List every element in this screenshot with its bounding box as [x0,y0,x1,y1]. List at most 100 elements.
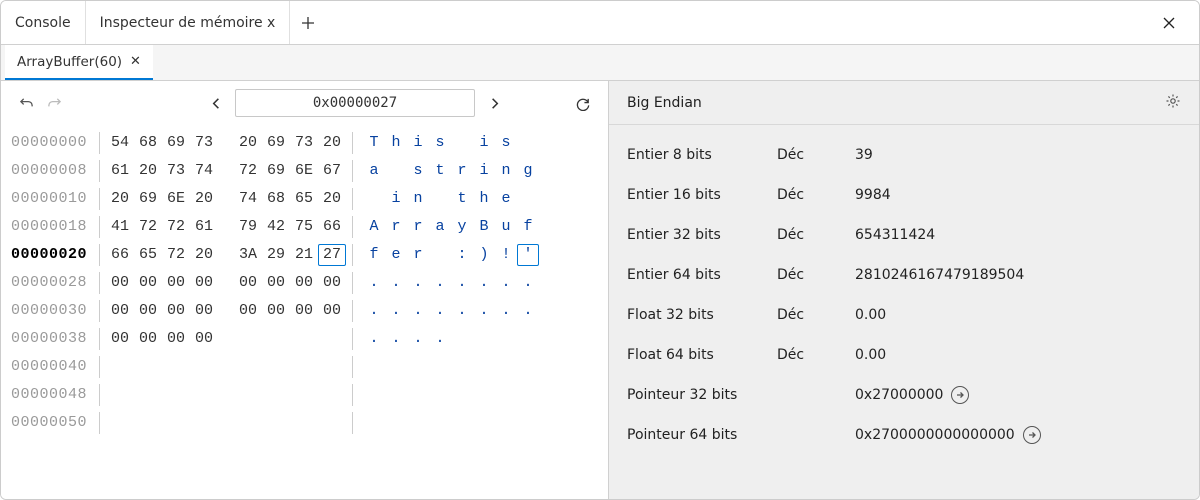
ascii-byte[interactable]: t [451,185,473,213]
hex-byte[interactable]: 69 [262,157,290,185]
hex-byte[interactable]: 00 [106,325,134,353]
jump-to-address-button[interactable] [1023,426,1041,444]
ascii-byte[interactable]: i [407,129,429,157]
hex-byte[interactable]: 00 [162,325,190,353]
hex-byte[interactable]: 73 [290,129,318,157]
hex-byte[interactable]: 00 [134,269,162,297]
ascii-byte[interactable]: a [429,213,451,241]
hex-byte[interactable]: 00 [162,297,190,325]
ascii-byte[interactable]: g [517,157,539,185]
hex-byte[interactable]: 74 [234,185,262,213]
hex-byte[interactable]: 69 [262,129,290,157]
ascii-byte[interactable]: a [363,157,385,185]
new-tab-button[interactable] [290,1,326,44]
ascii-byte[interactable]: B [473,213,495,241]
ascii-byte[interactable] [363,185,385,213]
hex-address[interactable]: 00000020 [11,241,93,269]
hex-byte[interactable]: 67 [318,157,346,185]
hex-byte[interactable]: 20 [106,185,134,213]
ascii-byte[interactable]: . [473,297,495,325]
ascii-byte[interactable]: . [363,297,385,325]
hex-byte[interactable]: 20 [234,129,262,157]
hex-byte[interactable]: 20 [190,241,218,269]
hex-byte[interactable]: 72 [162,241,190,269]
hex-byte[interactable]: 00 [262,297,290,325]
ascii-byte[interactable]: . [363,325,385,353]
hex-byte[interactable]: 74 [190,157,218,185]
ascii-byte[interactable]: A [363,213,385,241]
hex-byte[interactable]: 75 [290,213,318,241]
ascii-byte[interactable]: . [385,269,407,297]
ascii-byte[interactable]: s [495,129,517,157]
ascii-byte[interactable]: r [385,213,407,241]
hex-byte[interactable]: 00 [106,269,134,297]
hex-address[interactable]: 00000008 [11,157,93,185]
hex-byte[interactable]: 72 [134,213,162,241]
ascii-byte[interactable]: h [473,185,495,213]
hex-address[interactable]: 00000038 [11,325,93,353]
hex-grid[interactable]: 000000005468697320697320This is 00000008… [1,125,608,499]
hex-byte[interactable]: 00 [262,269,290,297]
panel-close-button[interactable] [1147,1,1191,44]
hex-byte[interactable]: 20 [134,157,162,185]
ascii-byte[interactable]: u [495,213,517,241]
hex-byte[interactable]: 00 [190,297,218,325]
undo-button[interactable] [15,92,37,114]
hex-byte[interactable]: 66 [106,241,134,269]
hex-byte[interactable]: 00 [134,297,162,325]
hex-byte[interactable]: 21 [290,241,318,269]
hex-byte[interactable]: 00 [162,269,190,297]
hex-byte[interactable]: 00 [190,325,218,353]
hex-byte[interactable]: 6E [290,157,318,185]
ascii-byte[interactable]: e [495,185,517,213]
hex-byte[interactable]: 29 [262,241,290,269]
ascii-byte[interactable]: i [385,185,407,213]
prev-page-button[interactable] [205,92,227,114]
ascii-byte[interactable]: : [451,241,473,269]
ascii-byte[interactable]: n [407,185,429,213]
redo-button[interactable] [43,92,65,114]
ascii-byte[interactable]: . [407,325,429,353]
hex-byte[interactable]: 20 [318,185,346,213]
buffer-tab-close-icon[interactable]: ✕ [130,54,141,69]
hex-byte[interactable]: 54 [106,129,134,157]
hex-byte[interactable]: 27 [318,244,346,266]
ascii-byte[interactable]: . [517,297,539,325]
hex-address[interactable]: 00000000 [11,129,93,157]
hex-byte[interactable]: 72 [234,157,262,185]
hex-byte[interactable]: 6E [162,185,190,213]
ascii-byte[interactable] [429,185,451,213]
tab-console[interactable]: Console [1,1,86,44]
hex-byte[interactable]: 00 [190,269,218,297]
hex-address[interactable]: 00000030 [11,297,93,325]
ascii-byte[interactable]: . [473,269,495,297]
ascii-byte[interactable]: i [473,129,495,157]
hex-byte[interactable]: 69 [134,185,162,213]
ascii-byte[interactable] [517,129,539,157]
ascii-byte[interactable]: ' [517,244,539,266]
ascii-byte[interactable]: ) [473,241,495,269]
hex-byte[interactable]: 00 [290,269,318,297]
hex-address[interactable]: 00000050 [11,409,93,437]
hex-address[interactable]: 00000028 [11,269,93,297]
jump-to-address-button[interactable] [951,386,969,404]
ascii-byte[interactable]: s [429,129,451,157]
hex-byte[interactable]: 20 [318,129,346,157]
values-settings-button[interactable] [1165,93,1181,113]
hex-address[interactable]: 00000048 [11,381,93,409]
ascii-byte[interactable] [451,129,473,157]
hex-byte[interactable]: 00 [318,297,346,325]
ascii-byte[interactable]: r [407,213,429,241]
ascii-byte[interactable]: r [407,241,429,269]
hex-address[interactable]: 00000040 [11,353,93,381]
hex-byte[interactable]: 66 [318,213,346,241]
ascii-byte[interactable]: r [451,157,473,185]
hex-byte[interactable]: 73 [162,157,190,185]
ascii-byte[interactable]: . [429,325,451,353]
ascii-byte[interactable]: . [385,325,407,353]
ascii-byte[interactable]: . [385,297,407,325]
hex-byte[interactable]: 42 [262,213,290,241]
ascii-byte[interactable]: . [407,297,429,325]
ascii-byte[interactable]: f [363,241,385,269]
ascii-byte[interactable]: e [385,241,407,269]
